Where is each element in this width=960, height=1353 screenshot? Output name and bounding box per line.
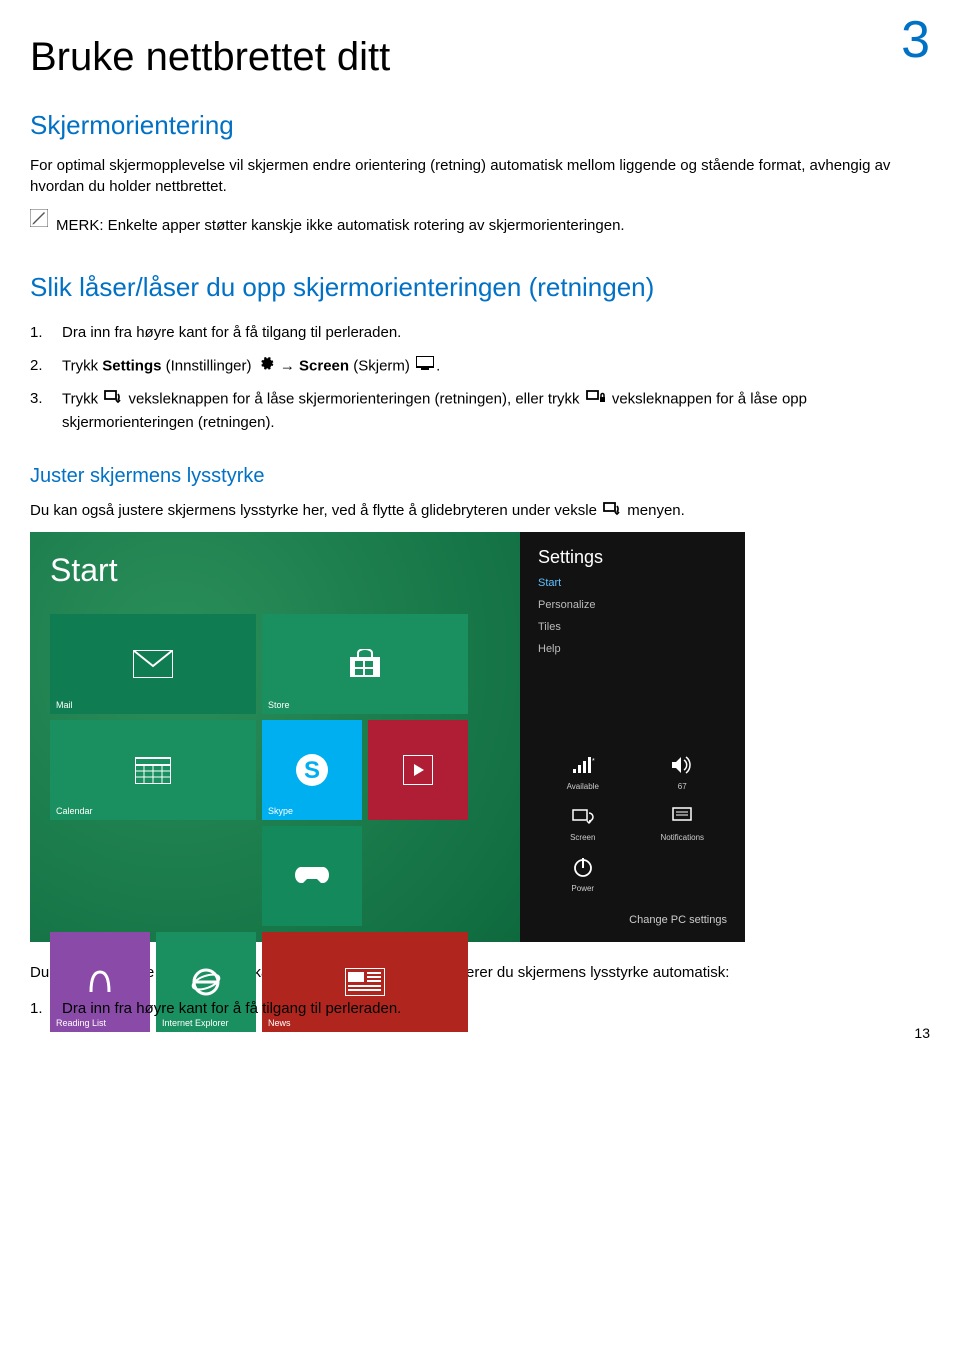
news-icon [345,968,385,996]
quick-settings-grid: * Available 67 Screen Notifications [538,752,727,893]
windows-start-screenshot: Start Mail Store Calendar S Skype [30,532,745,942]
rotate-icon [104,388,122,412]
steps-list-lock: Dra inn fra høyre kant for å få tilgang … [30,317,930,439]
tile-mail[interactable]: Mail [50,614,256,714]
settings-item-help[interactable]: Help [538,638,727,660]
svg-text:*: * [592,758,595,765]
store-icon [348,649,382,679]
page-number: 13 [914,1025,930,1041]
screen-rotate-icon [570,803,596,829]
mail-icon [133,650,173,678]
gear-icon [258,355,274,379]
skype-icon: S [292,750,332,790]
document-page: 3 Bruke nettbrettet ditt Skjermorienteri… [0,0,960,1056]
section-heading-lock: Slik låser/låser du opp skjermorienterin… [30,272,930,303]
calendar-icon [135,756,171,784]
note-icon [30,209,48,227]
rotate-lock-icon [586,388,606,412]
note-label: MERK: [56,217,104,234]
tile-video[interactable] [368,720,468,820]
power-icon [570,854,596,880]
tile-calendar[interactable]: Calendar [50,720,256,820]
step-3: Trykk veksleknappen for å låse skjermori… [30,383,930,439]
settings-item-tiles[interactable]: Tiles [538,616,727,638]
start-screen: Start Mail Store Calendar S Skype [30,532,520,942]
tile-skype[interactable]: S Skype [262,720,362,820]
section-heading-orientation: Skjermorientering [30,110,930,141]
note-text: MERK: Enkelte apper støtter kanskje ikke… [56,215,625,236]
tile-grid: Mail Store Calendar S Skype [50,614,510,1032]
settings-panel-title: Settings [538,547,727,568]
volume-icon [669,752,695,778]
chapter-number: 3 [901,10,930,70]
quick-network[interactable]: * Available [538,752,628,791]
settings-item-start[interactable]: Start [538,572,727,594]
svg-text:S: S [304,757,320,784]
settings-item-personalize[interactable]: Personalize [538,594,727,616]
steps-list-auto-brightness: Dra inn fra høyre kant for å få tilgang … [30,993,930,1026]
start-title: Start [50,552,510,589]
auto-brightness-step-1: Dra inn fra høyre kant for å få tilgang … [30,993,930,1026]
section-heading-brightness: Juster skjermens lysstyrke [30,465,930,488]
tile-games[interactable] [262,826,362,926]
note-block: MERK: Enkelte apper støtter kanskje ikke… [30,207,930,244]
screen-icon [416,355,434,378]
quick-volume[interactable]: 67 [638,752,728,791]
wifi-icon: * [570,752,596,778]
notifications-icon [669,803,695,829]
step-1: Dra inn fra høyre kant for å få tilgang … [30,317,930,350]
intro-paragraph: For optimal skjermopplevelse vil skjerme… [30,155,930,197]
brightness-intro: Du kan også justere skjermens lysstyrke … [30,500,930,522]
quick-screen[interactable]: Screen [538,803,628,842]
gamepad-icon [295,865,329,887]
quick-notifications[interactable]: Notifications [638,803,728,842]
rotate-icon [603,500,621,522]
video-play-icon [403,755,433,785]
step-2: Trykk Settings (Innstillinger) → Screen … [30,350,930,384]
change-pc-settings-link[interactable]: Change PC settings [538,908,727,932]
tile-store[interactable]: Store [262,614,468,714]
settings-charm-panel: Settings Start Personalize Tiles Help * … [520,532,745,942]
quick-power[interactable]: Power [538,854,628,893]
page-title: Bruke nettbrettet ditt [30,35,930,80]
